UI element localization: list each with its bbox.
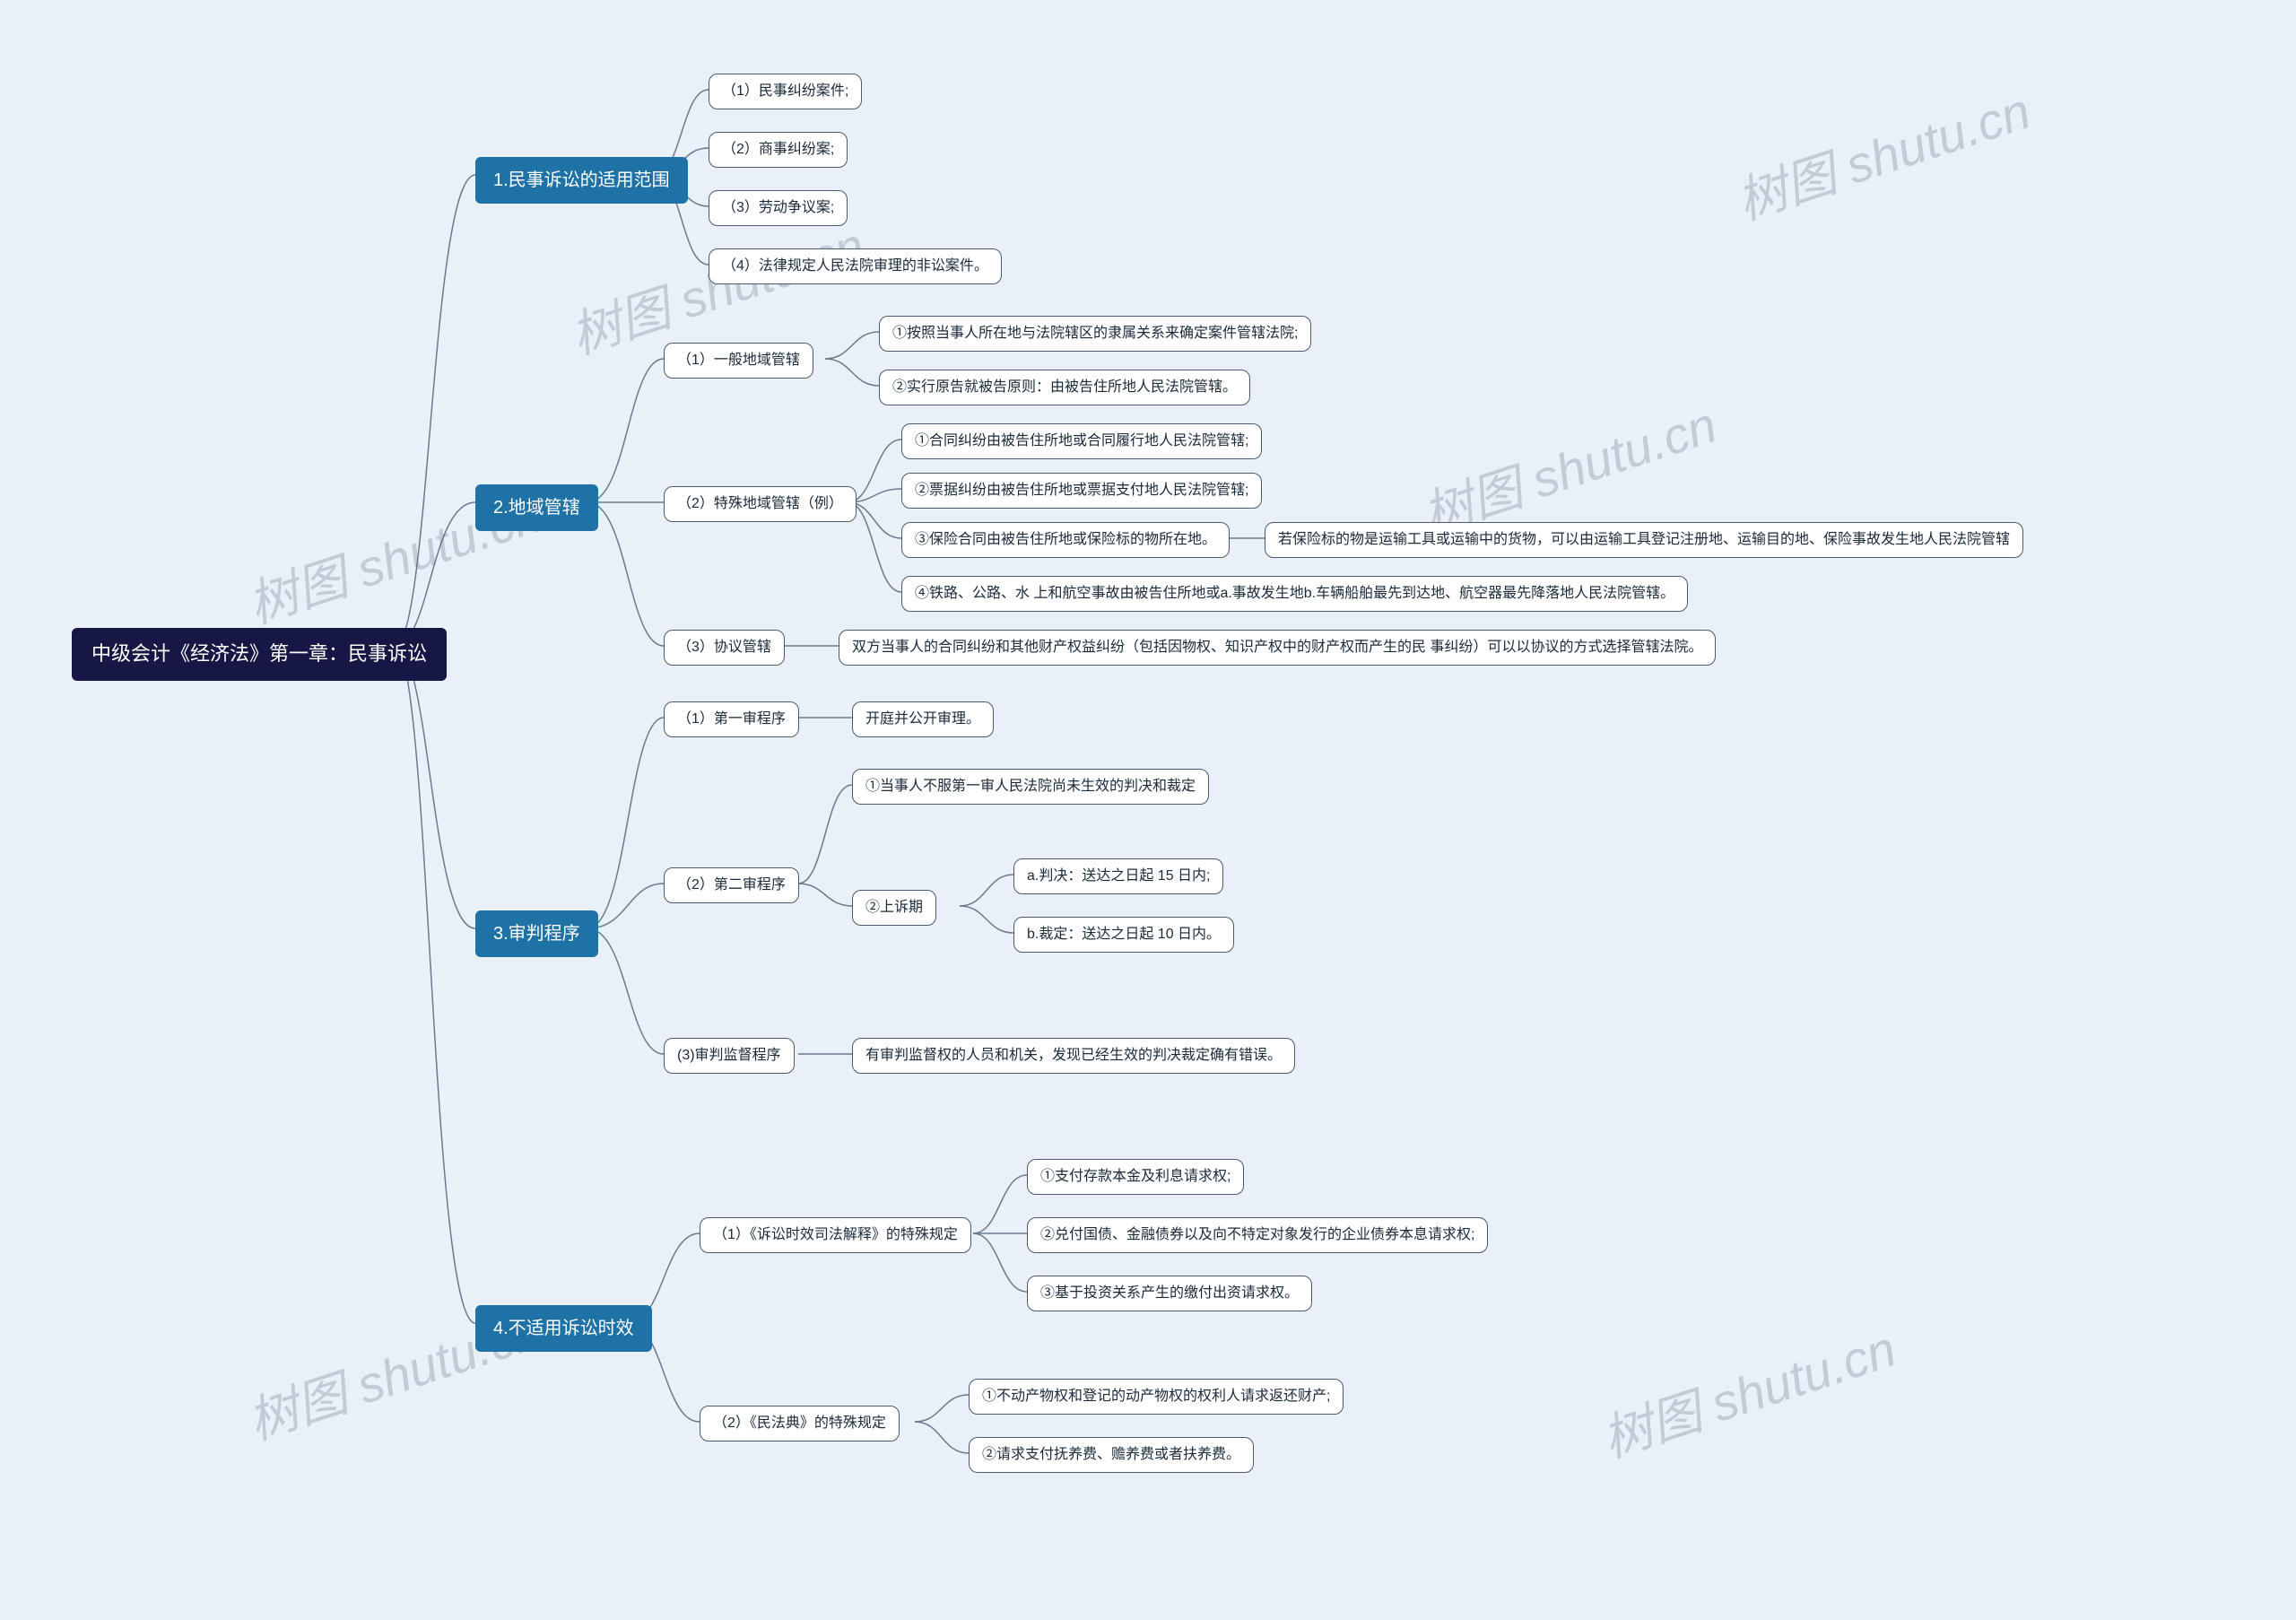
leaf-4-1-2[interactable]: ②兑付国债、金融债券以及向不特定对象发行的企业债券本息请求权; xyxy=(1027,1217,1488,1253)
leaf-2-2-3-1[interactable]: 若保险标的物是运输工具或运输中的货物，可以由运输工具登记注册地、运输目的地、保险… xyxy=(1265,522,2023,558)
root-node[interactable]: 中级会计《经济法》第一章：民事诉讼 xyxy=(72,628,447,681)
leaf-3-2-2[interactable]: ②上诉期 xyxy=(852,890,936,926)
leaf-4-2[interactable]: （2）《民法典》的特殊规定 xyxy=(700,1406,900,1441)
leaf-1-3[interactable]: （3）劳动争议案; xyxy=(709,190,848,226)
leaf-2-1-2[interactable]: ②实行原告就被告原则：由被告住所地人民法院管辖。 xyxy=(879,370,1250,405)
watermark: 树图 shutu.cn xyxy=(1592,1309,1904,1472)
leaf-3-2[interactable]: （2）第二审程序 xyxy=(664,867,799,903)
leaf-3-3-1[interactable]: 有审判监督权的人员和机关，发现已经生效的判决裁定确有错误。 xyxy=(852,1038,1295,1074)
leaf-3-2-1[interactable]: ①当事人不服第一审人民法院尚未生效的判决和裁定 xyxy=(852,769,1209,805)
leaf-2-1[interactable]: （1）一般地域管辖 xyxy=(664,343,813,379)
connector-lines xyxy=(0,0,2296,1620)
leaf-4-1[interactable]: （1）《诉讼时效司法解释》的特殊规定 xyxy=(700,1217,971,1253)
leaf-2-2[interactable]: （2）特殊地域管辖（例） xyxy=(664,486,857,522)
leaf-3-1-1[interactable]: 开庭并公开审理。 xyxy=(852,701,994,737)
leaf-3-2-2-1[interactable]: a.判决：送达之日起 15 日内; xyxy=(1013,858,1223,894)
leaf-2-3[interactable]: （3）协议管辖 xyxy=(664,630,785,666)
leaf-2-2-1[interactable]: ①合同纠纷由被告住所地或合同履行地人民法院管辖; xyxy=(901,423,1262,459)
mindmap-canvas[interactable]: 树图 shutu.cn 树图 shutu.cn 树图 shutu.cn 树图 s… xyxy=(0,0,2296,1620)
leaf-4-1-1[interactable]: ①支付存款本金及利息请求权; xyxy=(1027,1159,1244,1195)
branch-3[interactable]: 3.审判程序 xyxy=(475,910,598,957)
leaf-2-2-4[interactable]: ④铁路、公路、水 上和航空事故由被告住所地或a.事故发生地b.车辆船舶最先到达地… xyxy=(901,576,1688,612)
leaf-4-1-3[interactable]: ③基于投资关系产生的缴付出资请求权。 xyxy=(1027,1276,1312,1311)
leaf-2-3-1[interactable]: 双方当事人的合同纠纷和其他财产权益纠纷（包括因物权、知识产权中的财产权而产生的民… xyxy=(839,630,1716,666)
leaf-1-1[interactable]: （1）民事纠纷案件; xyxy=(709,74,862,109)
branch-4[interactable]: 4.不适用诉讼时效 xyxy=(475,1305,652,1352)
leaf-2-1-1[interactable]: ①按照当事人所在地与法院辖区的隶属关系来确定案件管辖法院; xyxy=(879,316,1311,352)
leaf-3-3[interactable]: (3)审判监督程序 xyxy=(664,1038,795,1074)
leaf-1-4[interactable]: （4）法律规定人民法院审理的非讼案件。 xyxy=(709,248,1002,284)
leaf-1-2[interactable]: （2）商事纠纷案; xyxy=(709,132,848,168)
leaf-3-1[interactable]: （1）第一审程序 xyxy=(664,701,799,737)
leaf-2-2-2[interactable]: ②票据纠纷由被告住所地或票据支付地人民法院管辖; xyxy=(901,473,1262,509)
leaf-3-2-2-2[interactable]: b.裁定：送达之日起 10 日内。 xyxy=(1013,917,1234,953)
watermark: 树图 shutu.cn xyxy=(1726,71,2039,234)
leaf-2-2-3[interactable]: ③保险合同由被告住所地或保险标的物所在地。 xyxy=(901,522,1230,558)
branch-2[interactable]: 2.地域管辖 xyxy=(475,484,598,531)
leaf-4-2-1[interactable]: ①不动产物权和登记的动产物权的权利人请求返还财产; xyxy=(969,1379,1344,1415)
leaf-4-2-2[interactable]: ②请求支付抚养费、赡养费或者扶养费。 xyxy=(969,1437,1254,1473)
branch-1[interactable]: 1.民事诉讼的适用范围 xyxy=(475,157,688,204)
